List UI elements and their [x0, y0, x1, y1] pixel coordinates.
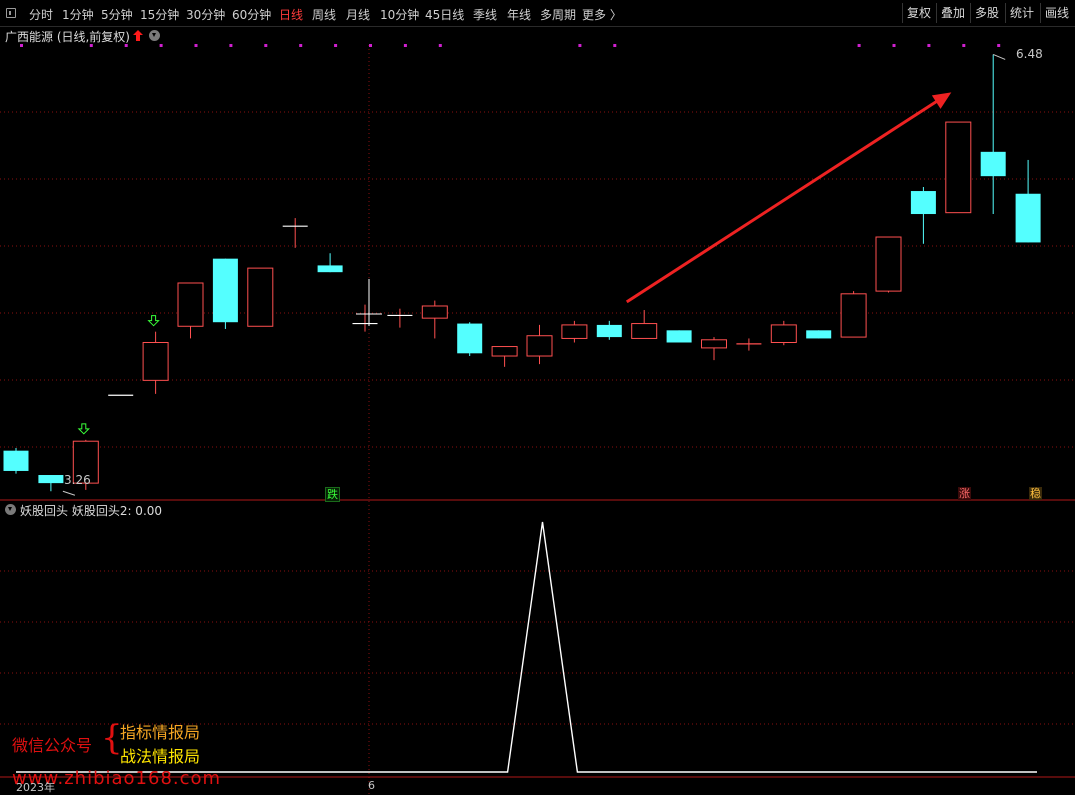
candle-body-down — [457, 323, 483, 354]
main-panel-title: 广西能源 (日线,前复权) — [5, 30, 130, 44]
candle-body-up — [177, 282, 204, 327]
signal-dot — [438, 44, 442, 47]
watermark-name-2: 战法情报局 — [120, 747, 201, 766]
candle-body-up — [701, 339, 727, 349]
candle-body-up — [770, 324, 797, 343]
candle-body-up — [945, 121, 972, 214]
watermark-wechat-label: 微信公众号 — [12, 736, 93, 755]
low-pointer — [62, 490, 76, 496]
candle-body-down — [1015, 193, 1041, 243]
signal-dot — [194, 44, 198, 47]
candle-body-up — [491, 346, 518, 357]
candle-body-down — [3, 450, 29, 471]
sub-panel-title: 妖股回头 妖股回头2: 0.00 — [20, 504, 163, 518]
sub-panel-chevron-down-icon[interactable] — [5, 504, 16, 515]
signal-dot — [159, 44, 163, 47]
signal-dot — [334, 44, 338, 47]
candle-body-up — [561, 324, 588, 339]
candle-body-down — [596, 324, 622, 338]
candle-body-down — [38, 475, 64, 484]
signal-dot — [403, 44, 407, 47]
low-price-label: 3.26 — [64, 473, 91, 487]
down-arrow-icon — [147, 315, 160, 327]
candle-body-up — [142, 341, 169, 381]
candle-body-up — [526, 335, 553, 357]
watermark-name-1: 指标情报局 — [120, 723, 201, 742]
high-price-label: 6.48 — [1016, 47, 1043, 61]
chevron-down-icon[interactable] — [149, 30, 160, 41]
candle-body-up — [421, 305, 448, 319]
signal-dot — [857, 44, 861, 47]
rise-badge: 涨 — [958, 487, 971, 500]
signal-dot — [927, 44, 931, 47]
candle-body-down — [806, 330, 832, 339]
candle-body-up — [840, 293, 867, 338]
signal-dot — [264, 44, 268, 47]
kline-chart[interactable] — [0, 0, 1075, 795]
signal-dot — [578, 44, 582, 47]
signal-dot — [962, 44, 966, 47]
candle-body-down — [666, 330, 692, 343]
high-pointer — [993, 54, 1006, 60]
signal-dot — [369, 44, 372, 47]
candle-body-up — [247, 267, 274, 327]
red-up-arrow-icon — [133, 30, 143, 41]
signal-dot — [997, 44, 1001, 47]
date-axis-month: 6 — [368, 779, 375, 792]
stable-badge: 稳 — [1029, 487, 1042, 500]
signal-dot — [613, 44, 617, 47]
candle-body-up — [631, 323, 658, 339]
fall-badge: 跌 — [325, 487, 340, 502]
candle-body-down — [980, 151, 1006, 177]
signal-dot — [892, 44, 896, 47]
candle-body-down — [910, 191, 936, 215]
signal-dot — [229, 44, 233, 47]
signal-dot — [299, 44, 303, 47]
candle-body-down — [317, 265, 343, 273]
trend-arrow-head-icon — [931, 92, 952, 109]
down-arrow-icon — [77, 423, 91, 435]
candle-body-up — [875, 236, 902, 292]
candle-body-down — [212, 258, 238, 323]
date-axis-start: 2023年 — [16, 781, 55, 794]
